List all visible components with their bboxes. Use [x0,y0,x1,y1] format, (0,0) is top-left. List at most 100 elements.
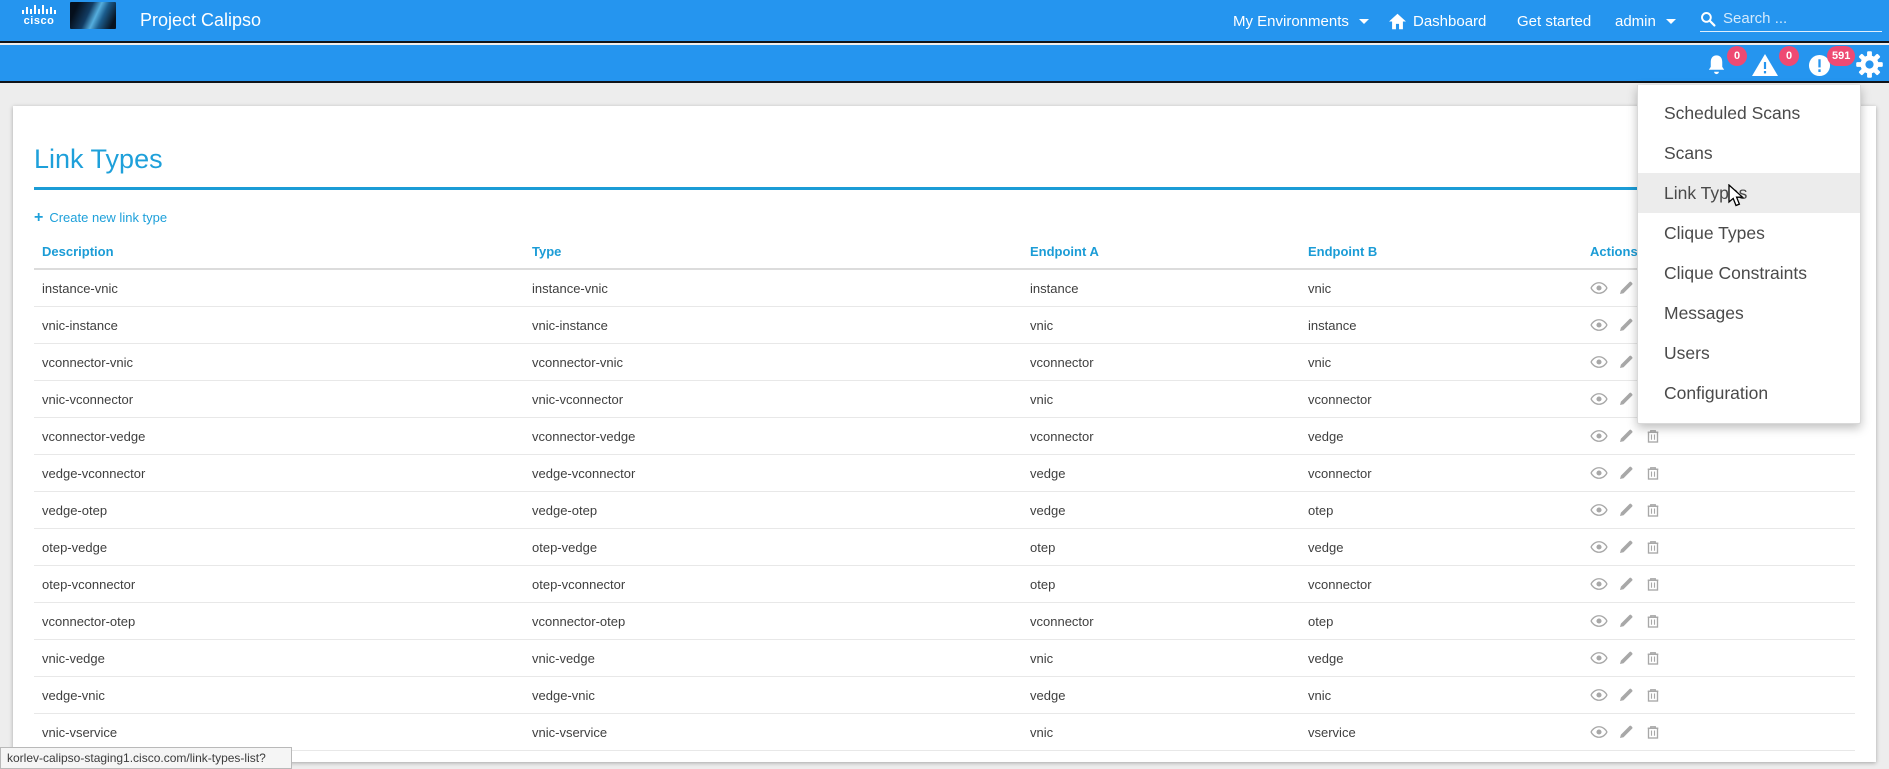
view-eye-icon[interactable] [1590,427,1608,445]
cell-type: vedge-otep [532,503,1030,518]
edit-pencil-icon[interactable] [1617,427,1635,445]
link-types-table: DescriptionTypeEndpoint AEndpoint BActio… [34,244,1855,751]
warnings-button[interactable] [1751,53,1779,82]
cell-description: instance-vnic [34,281,532,296]
view-eye-icon[interactable] [1590,649,1608,667]
view-eye-icon[interactable] [1590,501,1608,519]
view-eye-icon[interactable] [1590,538,1608,556]
cell-endpoint-a: otep [1030,577,1308,592]
delete-trash-icon[interactable] [1644,649,1662,667]
delete-trash-icon[interactable] [1644,538,1662,556]
settings-menu-item-link-types[interactable]: Link Types [1638,173,1860,213]
edit-pencil-icon[interactable] [1617,686,1635,704]
cell-description: vconnector-vnic [34,355,532,370]
cell-actions [1590,686,1855,704]
cell-type: vnic-vservice [532,725,1030,740]
edit-pencil-icon[interactable] [1617,575,1635,593]
view-eye-icon[interactable] [1590,390,1608,408]
view-eye-icon[interactable] [1590,279,1608,297]
table-body: instance-vnic instance-vnic instance vni… [34,270,1855,751]
edit-pencil-icon[interactable] [1617,612,1635,630]
view-eye-icon[interactable] [1590,723,1608,741]
table-row: vnic-instance vnic-instance vnic instanc… [34,307,1855,344]
cell-type: otep-vconnector [532,577,1030,592]
top-bar: cisco Project Calipso My Environments Da… [0,0,1889,43]
app-title: Project Calipso [140,10,261,31]
settings-menu-item-clique-types[interactable]: Clique Types [1638,213,1860,253]
cell-actions [1590,575,1855,593]
nav-dashboard[interactable]: Dashboard [1388,0,1486,43]
edit-pencil-icon[interactable] [1617,649,1635,667]
cisco-logo-bars [22,4,56,14]
gear-icon [1855,50,1884,79]
settings-dropdown-menu: Scheduled ScansScansLink TypesClique Typ… [1637,85,1861,424]
settings-menu-item-configuration[interactable]: Configuration [1638,373,1860,413]
settings-menu-item-clique-constraints[interactable]: Clique Constraints [1638,253,1860,293]
settings-menu-item-scheduled-scans[interactable]: Scheduled Scans [1638,93,1860,133]
delete-trash-icon[interactable] [1644,686,1662,704]
delete-trash-icon[interactable] [1644,501,1662,519]
cell-endpoint-b: vedge [1308,429,1590,444]
notifications-bell-button[interactable] [1705,53,1728,82]
edit-pencil-icon[interactable] [1617,353,1635,371]
settings-gear-button[interactable] [1855,50,1884,84]
cell-endpoint-b: vconnector [1308,392,1590,407]
settings-menu-item-messages[interactable]: Messages [1638,293,1860,333]
settings-menu-item-users[interactable]: Users [1638,333,1860,373]
nav-my-environments[interactable]: My Environments [1233,0,1369,43]
cell-endpoint-a: vedge [1030,503,1308,518]
mouse-cursor-icon [1727,184,1749,208]
cell-endpoint-b: vservice [1308,725,1590,740]
cell-endpoint-b: vconnector [1308,466,1590,481]
chevron-down-icon [1359,19,1369,24]
nav-get-started-label: Get started [1517,13,1591,30]
edit-pencil-icon[interactable] [1617,723,1635,741]
status-bar-url: korlev-calipso-staging1.cisco.com/link-t… [0,747,292,769]
nav-get-started[interactable]: Get started [1517,0,1591,43]
cell-actions [1590,723,1855,741]
cell-type: instance-vnic [532,281,1030,296]
cell-type: vedge-vnic [532,688,1030,703]
edit-pencil-icon[interactable] [1617,538,1635,556]
notification-bar: 0 0 591 [0,45,1889,83]
page-title: Link Types [34,144,163,175]
table-row: vedge-vnic vedge-vnic vedge vnic [34,677,1855,714]
cell-description: otep-vconnector [34,577,532,592]
create-new-link-type-button[interactable]: + Create new link type [34,210,167,225]
edit-pencil-icon[interactable] [1617,316,1635,334]
cisco-logo-word: cisco [24,15,55,27]
view-eye-icon[interactable] [1590,316,1608,334]
delete-trash-icon[interactable] [1644,427,1662,445]
cell-type: vedge-vconnector [532,466,1030,481]
cell-endpoint-a: vnic [1030,392,1308,407]
cell-type: otep-vedge [532,540,1030,555]
delete-trash-icon[interactable] [1644,464,1662,482]
settings-menu-item-scans[interactable]: Scans [1638,133,1860,173]
cell-actions [1590,427,1855,445]
cell-type: vnic-vedge [532,651,1030,666]
column-header: Endpoint B [1308,244,1590,259]
cell-description: vnic-vconnector [34,392,532,407]
nav-user-menu[interactable]: admin [1615,0,1676,43]
delete-trash-icon[interactable] [1644,723,1662,741]
cell-actions [1590,649,1855,667]
search-input[interactable] [1723,10,1863,27]
delete-trash-icon[interactable] [1644,612,1662,630]
table-row: vedge-vconnector vedge-vconnector vedge … [34,455,1855,492]
view-eye-icon[interactable] [1590,353,1608,371]
cell-endpoint-a: vedge [1030,688,1308,703]
delete-trash-icon[interactable] [1644,575,1662,593]
view-eye-icon[interactable] [1590,686,1608,704]
view-eye-icon[interactable] [1590,575,1608,593]
view-eye-icon[interactable] [1590,464,1608,482]
edit-pencil-icon[interactable] [1617,390,1635,408]
edit-pencil-icon[interactable] [1617,501,1635,519]
nav-user-label: admin [1615,13,1656,30]
table-row: vedge-otep vedge-otep vedge otep [34,492,1855,529]
edit-pencil-icon[interactable] [1617,464,1635,482]
edit-pencil-icon[interactable] [1617,279,1635,297]
cell-endpoint-b: vconnector [1308,577,1590,592]
cell-endpoint-b: vnic [1308,688,1590,703]
search-box [1700,6,1882,32]
view-eye-icon[interactable] [1590,612,1608,630]
